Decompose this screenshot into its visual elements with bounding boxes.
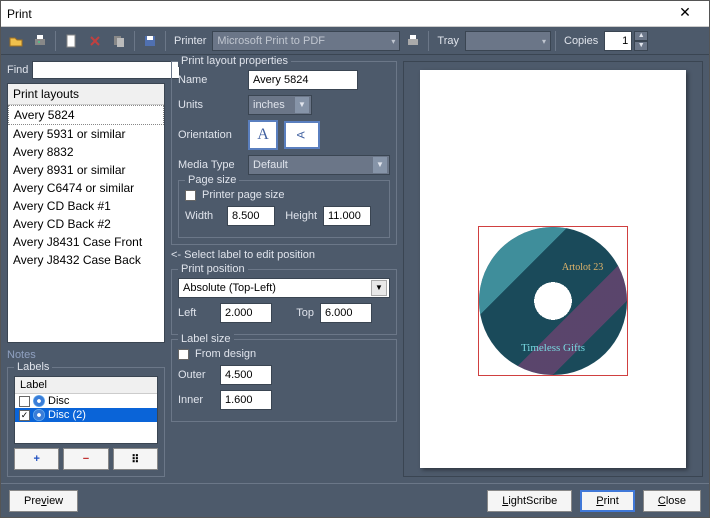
tray-combo[interactable] xyxy=(465,31,551,51)
disc-title: Artolot 23 xyxy=(562,262,603,273)
grid-label-button[interactable]: ⠿ xyxy=(113,448,158,470)
find-label: Find xyxy=(7,64,28,76)
print-icon[interactable] xyxy=(29,30,51,52)
layout-item[interactable]: Avery 8832 xyxy=(8,143,164,161)
delete-icon[interactable] xyxy=(84,30,106,52)
preview-pane: Artolot 23 Timeless Gifts xyxy=(403,61,703,477)
position-mode-select[interactable]: Absolute (Top-Left)▼ xyxy=(178,278,390,298)
save-icon[interactable] xyxy=(139,30,161,52)
find-input[interactable] xyxy=(32,61,180,79)
name-input[interactable] xyxy=(248,70,358,90)
labels-list[interactable]: Label DiscDisc (2) xyxy=(14,376,158,444)
layout-item[interactable]: Avery 8931 or similar xyxy=(8,161,164,179)
layouts-header: Print layouts xyxy=(8,84,164,105)
lightscribe-button[interactable]: LightScribe xyxy=(487,490,572,512)
disc-subtitle: Timeless Gifts xyxy=(479,342,627,354)
label-checkbox[interactable] xyxy=(19,396,30,407)
toolbar: Printer Microsoft Print to PDF Tray Copi… xyxy=(1,27,709,55)
copy-icon[interactable] xyxy=(108,30,130,52)
page-width-input[interactable] xyxy=(227,206,275,226)
label-row[interactable]: Disc xyxy=(15,394,157,408)
preview-page: Artolot 23 Timeless Gifts xyxy=(420,70,686,468)
layout-item[interactable]: Avery J8431 Case Front xyxy=(8,233,164,251)
units-combo[interactable]: inches▼ xyxy=(248,95,312,115)
copies-label: Copies xyxy=(560,35,602,47)
layout-item[interactable]: Avery J8432 Case Back xyxy=(8,251,164,269)
add-label-button[interactable]: + xyxy=(14,448,59,470)
tray-label: Tray xyxy=(433,35,463,47)
footer: Preview LightScribe Print Close xyxy=(1,483,709,517)
printer-combo[interactable]: Microsoft Print to PDF xyxy=(212,31,400,51)
orientation-portrait[interactable]: A xyxy=(248,120,278,150)
close-icon[interactable]: ✕ xyxy=(667,4,703,24)
page-height-input[interactable] xyxy=(323,206,371,226)
label-size-group: Label size From design Outer Inner xyxy=(171,339,397,422)
new-page-icon[interactable] xyxy=(60,30,82,52)
print-button[interactable]: Print xyxy=(580,490,635,512)
close-button[interactable]: Close xyxy=(643,490,701,512)
from-design-checkbox[interactable] xyxy=(178,349,189,360)
titlebar: Print ✕ xyxy=(1,1,709,27)
outer-input[interactable] xyxy=(220,365,272,385)
label-row[interactable]: Disc (2) xyxy=(15,408,157,422)
top-input[interactable] xyxy=(320,303,372,323)
layout-item[interactable]: Avery CD Back #2 xyxy=(8,215,164,233)
media-combo[interactable]: Default▼ xyxy=(248,155,390,175)
layout-item[interactable]: Avery 5931 or similar xyxy=(8,125,164,143)
printer-pagesize-checkbox[interactable] xyxy=(185,190,196,201)
orientation-landscape[interactable]: A xyxy=(284,121,320,149)
disc-icon xyxy=(33,395,45,407)
labels-group: Labels Label DiscDisc (2) + − ⠿ xyxy=(7,367,165,477)
layout-item[interactable]: Avery 5824 xyxy=(8,105,164,125)
print-position-group: Print position Absolute (Top-Left)▼ Left… xyxy=(171,269,397,335)
copies-spinner[interactable]: ▲▼ xyxy=(634,31,648,51)
layout-item[interactable]: Avery C6474 or similar xyxy=(8,179,164,197)
remove-label-button[interactable]: − xyxy=(63,448,108,470)
disc-preview: Artolot 23 Timeless Gifts xyxy=(478,226,628,376)
left-input[interactable] xyxy=(220,303,272,323)
label-checkbox[interactable] xyxy=(19,410,30,421)
preview-button[interactable]: Preview xyxy=(9,490,78,512)
disc-icon xyxy=(33,409,45,421)
copies-input[interactable]: 1 xyxy=(604,31,632,51)
print-dialog: Print ✕ Printer Microsoft Print to PDF T… xyxy=(0,0,710,518)
inner-input[interactable] xyxy=(220,390,272,410)
window-title: Print xyxy=(7,7,667,21)
select-label-hint: <- Select label to edit position xyxy=(171,249,397,261)
label-name: Disc (2) xyxy=(48,409,86,421)
printer-settings-icon[interactable] xyxy=(402,30,424,52)
printer-label: Printer xyxy=(170,35,210,47)
layout-item[interactable]: Avery CD Back #1 xyxy=(8,197,164,215)
page-size-group: Page size Printer page size Width Height xyxy=(178,180,390,238)
label-name: Disc xyxy=(48,395,69,407)
open-icon[interactable] xyxy=(5,30,27,52)
print-layout-properties: Print layout properties Name Unitsinches… xyxy=(171,61,397,245)
layouts-list[interactable]: Print layouts Avery 5824Avery 5931 or si… xyxy=(7,83,165,343)
